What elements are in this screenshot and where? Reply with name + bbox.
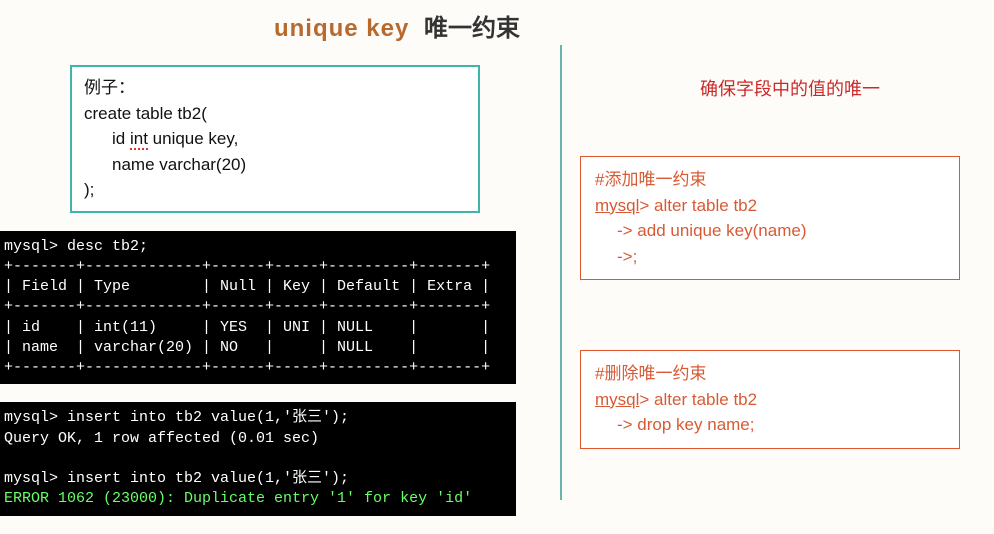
example-line: create table tb2( — [84, 101, 466, 127]
comment-line: #添加唯一约束 — [595, 167, 945, 193]
example-line: ); — [84, 177, 466, 203]
title-chinese: 唯一约束 — [424, 15, 520, 42]
drop-unique-box: #删除唯一约束 mysql> alter table tb2 -> drop k… — [580, 350, 960, 449]
example-line: 例子： — [84, 75, 466, 101]
title-english: unique key — [274, 15, 409, 42]
mysql-prompt: mysql — [595, 390, 639, 409]
sql-line: mysql> alter table tb2 — [595, 193, 945, 219]
left-column: 例子： create table tb2( id int unique key,… — [0, 45, 550, 534]
mysql-prompt: mysql — [595, 196, 639, 215]
terminal-insert-output: mysql> insert into tb2 value(1,'张三'); Qu… — [0, 402, 516, 515]
comment-line: #删除唯一约束 — [595, 361, 945, 387]
right-column: 确保字段中的值的唯一 #添加唯一约束 mysql> alter table tb… — [580, 45, 980, 519]
error-line: ERROR 1062 (23000): Duplicate entry '1' … — [4, 490, 472, 507]
example-line: name varchar(20) — [84, 152, 466, 178]
spellcheck-squiggle: int — [130, 129, 148, 150]
example-line: id int unique key, — [84, 126, 466, 152]
vertical-divider — [560, 45, 562, 500]
page-title: unique key 唯一约束 — [0, 0, 994, 49]
add-unique-box: #添加唯一约束 mysql> alter table tb2 -> add un… — [580, 156, 960, 280]
create-table-example: 例子： create table tb2( id int unique key,… — [70, 65, 480, 213]
sql-line: -> drop key name; — [595, 412, 945, 438]
terminal-desc-output: mysql> desc tb2; +-------+-------------+… — [0, 231, 516, 385]
sql-line: -> add unique key(name) — [595, 218, 945, 244]
sql-line: mysql> alter table tb2 — [595, 387, 945, 413]
note-text: 确保字段中的值的唯一 — [610, 75, 970, 101]
sql-line: ->; — [595, 244, 945, 270]
